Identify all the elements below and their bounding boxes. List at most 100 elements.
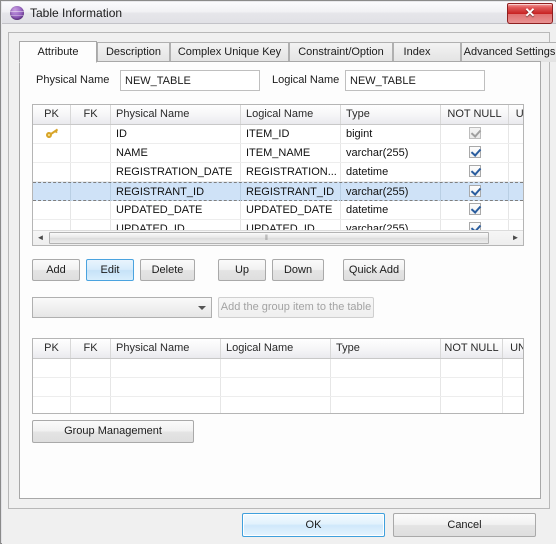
group-column-header-physical-name[interactable]: Physical Name [111,339,221,358]
cell-physical-name[interactable]: UPDATED_DATE [111,201,241,219]
group-grid[interactable]: PK FK Physical Name Logical Name Type NO… [32,338,524,414]
cell-logical-name[interactable]: UPDATED_DATE [241,201,341,219]
group-cell-not-null[interactable] [441,359,503,377]
tab-attribute[interactable]: Attribute [19,41,97,63]
group-cell-physical-name[interactable] [111,359,221,377]
attribute-grid-hscrollbar[interactable]: ◄ ‖ ► [33,230,523,245]
group-cell-type[interactable] [331,359,441,377]
column-header-unique[interactable]: UNIQU [509,105,523,124]
group-management-button[interactable]: Group Management [32,420,194,443]
tab-description[interactable]: Description [97,42,170,62]
group-cell-unique[interactable] [503,359,523,377]
group-combo-box[interactable] [32,297,212,318]
group-cell-logical-name[interactable] [221,397,331,413]
cell-fk[interactable] [71,183,111,201]
cell-unique[interactable] [509,201,523,219]
table-row[interactable]: ID ITEM_ID bigint [33,125,523,144]
group-cell-fk[interactable] [71,397,111,413]
column-header-not-null[interactable]: NOT NULL [441,105,509,124]
down-button[interactable]: Down [272,259,324,281]
not-null-checkbox[interactable] [468,146,481,159]
cell-logical-name[interactable]: ITEM_ID [241,125,341,143]
cell-logical-name[interactable]: ITEM_NAME [241,144,341,162]
cell-not-null[interactable] [441,183,509,201]
cell-not-null[interactable] [441,163,509,181]
group-cell-type[interactable] [331,397,441,413]
column-header-physical-name[interactable]: Physical Name [111,105,241,124]
attribute-grid[interactable]: PK FK Physical Name Logical Name Type NO… [32,104,524,246]
not-null-checkbox[interactable] [468,185,481,198]
group-cell-fk[interactable] [71,359,111,377]
up-button[interactable]: Up [218,259,266,281]
table-row-selected[interactable]: REGISTRANT_ID REGISTRANT_ID varchar(255) [33,182,523,201]
cell-not-null[interactable] [441,201,509,219]
group-cell-fk[interactable] [71,378,111,396]
group-cell-physical-name[interactable] [111,378,221,396]
cell-fk[interactable] [71,144,111,162]
group-column-header-not-null[interactable]: NOT NULL [441,339,503,358]
group-empty-row[interactable] [33,378,523,397]
group-cell-type[interactable] [331,378,441,396]
column-header-pk[interactable]: PK [33,105,71,124]
tab-constraint-option[interactable]: Constraint/Option [289,42,393,62]
tab-index[interactable]: Index [393,42,461,62]
cell-unique[interactable] [509,183,523,201]
group-column-header-type[interactable]: Type [331,339,441,358]
cell-type[interactable]: bigint [341,125,441,143]
cell-physical-name[interactable]: REGISTRATION_DATE [111,163,241,181]
table-row[interactable]: REGISTRATION_DATE REGISTRATION... dateti… [33,163,523,182]
cell-physical-name[interactable]: REGISTRANT_ID [111,183,241,201]
group-cell-unique[interactable] [503,378,523,396]
group-cell-pk[interactable] [33,378,71,396]
close-button[interactable]: ✕ [507,3,553,24]
delete-button[interactable]: Delete [140,259,195,281]
group-cell-logical-name[interactable] [221,359,331,377]
not-null-checkbox[interactable] [468,127,481,140]
group-cell-pk[interactable] [33,359,71,377]
group-column-header-logical-name[interactable]: Logical Name [221,339,331,358]
cell-pk[interactable] [33,144,71,162]
cell-physical-name[interactable]: NAME [111,144,241,162]
cell-type[interactable]: varchar(255) [341,144,441,162]
cell-pk[interactable] [33,201,71,219]
cell-fk[interactable] [71,163,111,181]
scroll-right-arrow-icon[interactable]: ► [508,231,523,245]
tab-complex-unique-key[interactable]: Complex Unique Key [170,42,289,62]
cell-physical-name[interactable]: ID [111,125,241,143]
quick-add-button[interactable]: Quick Add [343,259,405,281]
cell-type[interactable]: datetime [341,201,441,219]
tab-advanced-settings[interactable]: Advanced Settings [461,42,556,62]
not-null-checkbox[interactable] [468,203,481,216]
group-column-header-unique[interactable]: UNIQUE [503,339,523,358]
cell-type[interactable]: varchar(255) [341,183,441,201]
column-header-fk[interactable]: FK [71,105,111,124]
cell-fk[interactable] [71,201,111,219]
cancel-button[interactable]: Cancel [393,513,536,537]
group-cell-pk[interactable] [33,397,71,413]
not-null-checkbox[interactable] [468,165,481,178]
cell-not-null[interactable] [441,125,509,143]
cell-unique[interactable] [509,144,523,162]
cell-not-null[interactable] [441,144,509,162]
add-button[interactable]: Add [32,259,80,281]
cell-logical-name[interactable]: REGISTRATION... [241,163,341,181]
logical-name-input[interactable] [345,70,485,91]
column-header-type[interactable]: Type [341,105,441,124]
column-header-logical-name[interactable]: Logical Name [241,105,341,124]
hscroll-thumb[interactable]: ‖ [49,232,489,244]
physical-name-input[interactable] [120,70,260,91]
group-cell-physical-name[interactable] [111,397,221,413]
group-empty-row[interactable] [33,397,523,413]
ok-button[interactable]: OK [242,513,385,537]
cell-pk[interactable] [33,163,71,181]
cell-pk[interactable] [33,125,71,143]
group-cell-not-null[interactable] [441,378,503,396]
cell-unique[interactable] [509,125,523,143]
edit-button[interactable]: Edit [86,259,134,281]
cell-fk[interactable] [71,125,111,143]
group-cell-unique[interactable] [503,397,523,413]
scroll-left-arrow-icon[interactable]: ◄ [33,231,48,245]
cell-type[interactable]: datetime [341,163,441,181]
group-column-header-fk[interactable]: FK [71,339,111,358]
cell-logical-name[interactable]: REGISTRANT_ID [241,183,341,201]
